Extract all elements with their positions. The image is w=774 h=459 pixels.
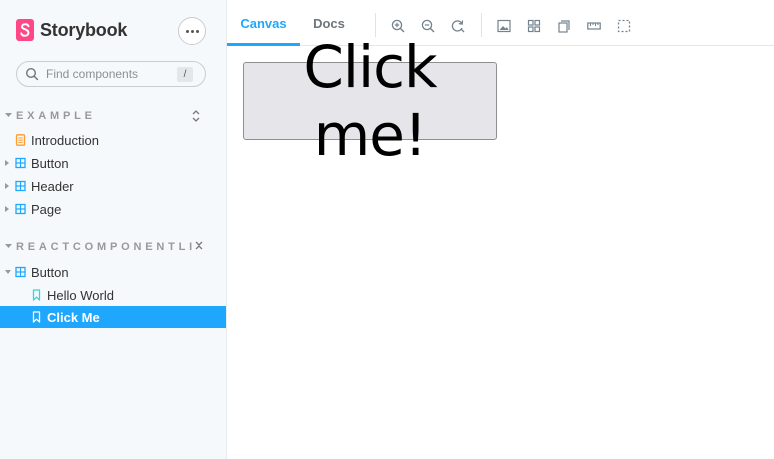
caret-down-icon [5,113,12,117]
tab-label: Docs [313,15,345,31]
group-title: EXAMPLE [16,110,96,122]
caret-right-icon [5,206,9,212]
zoom-out-icon[interactable] [421,19,435,33]
background-icon[interactable] [497,19,511,33]
ellipsis-icon [185,29,189,33]
sidebar-item-label: Click Me [47,310,100,325]
outline-icon[interactable] [617,19,631,33]
expand-collapse-icon[interactable] [191,109,201,123]
brand-name: Storybook [40,19,128,40]
zoom-reset-icon[interactable] [451,19,465,33]
story-canvas: Click me! [227,33,774,459]
caret-down-icon [5,244,12,248]
component-icon [15,157,26,169]
grid-icon[interactable] [527,19,541,33]
sidebar-item-label: Button [31,265,69,280]
storybook-logo[interactable]: Storybook [16,18,127,42]
search-shortcut-key: / [177,67,193,82]
caret-down-icon [5,270,11,274]
search-icon [25,67,39,81]
sidebar-item-label: Header [31,179,74,194]
sidebar-item-button[interactable]: Button [0,152,226,174]
search-box[interactable]: / [16,61,206,87]
sidebar-item-label: Page [31,202,62,217]
component-icon [15,180,26,192]
component-icon [15,203,26,215]
bookmark-icon [32,289,41,301]
caret-right-icon [5,160,9,166]
viewport-icon[interactable] [557,19,571,33]
document-icon [15,134,26,146]
sidebar-item-hello-world[interactable]: Hello World [0,284,226,306]
search-input[interactable] [46,67,176,81]
ellipsis-icon-dot [195,29,199,33]
bookmark-icon [32,311,41,323]
caret-right-icon [5,183,9,189]
main-panel: Canvas Docs Click me! [226,0,774,459]
zoom-in-icon[interactable] [391,19,405,33]
sidebar-item-page[interactable]: Page [0,198,226,220]
group-title: REACTCOMPONENTLIB [16,241,192,253]
sidebar-item-click-me[interactable]: Click Me [0,306,226,328]
collapse-icon[interactable] [194,240,204,254]
sidebar-menu-button[interactable] [178,17,206,45]
sidebar-item-introduction[interactable]: Introduction [0,129,226,151]
group-header-example[interactable]: EXAMPLE [0,108,226,124]
sidebar-item-label: Hello World [47,288,114,303]
sidebar-item-label: Introduction [31,133,99,148]
measure-icon[interactable] [587,19,601,33]
sidebar-item-button[interactable]: Button [0,261,226,283]
click-me-button[interactable]: Click me! [243,33,497,169]
storybook-logo-icon [16,19,34,41]
tab-label: Canvas [240,15,287,31]
ellipsis-icon-dot [190,29,194,33]
sidebar: Storybook / EXAMPLE Introduction [0,0,226,459]
sidebar-item-header[interactable]: Header [0,175,226,197]
component-icon [15,266,26,278]
sidebar-item-label: Button [31,156,69,171]
group-header-reactcomponentlib[interactable]: REACTCOMPONENTLIB [0,239,226,255]
